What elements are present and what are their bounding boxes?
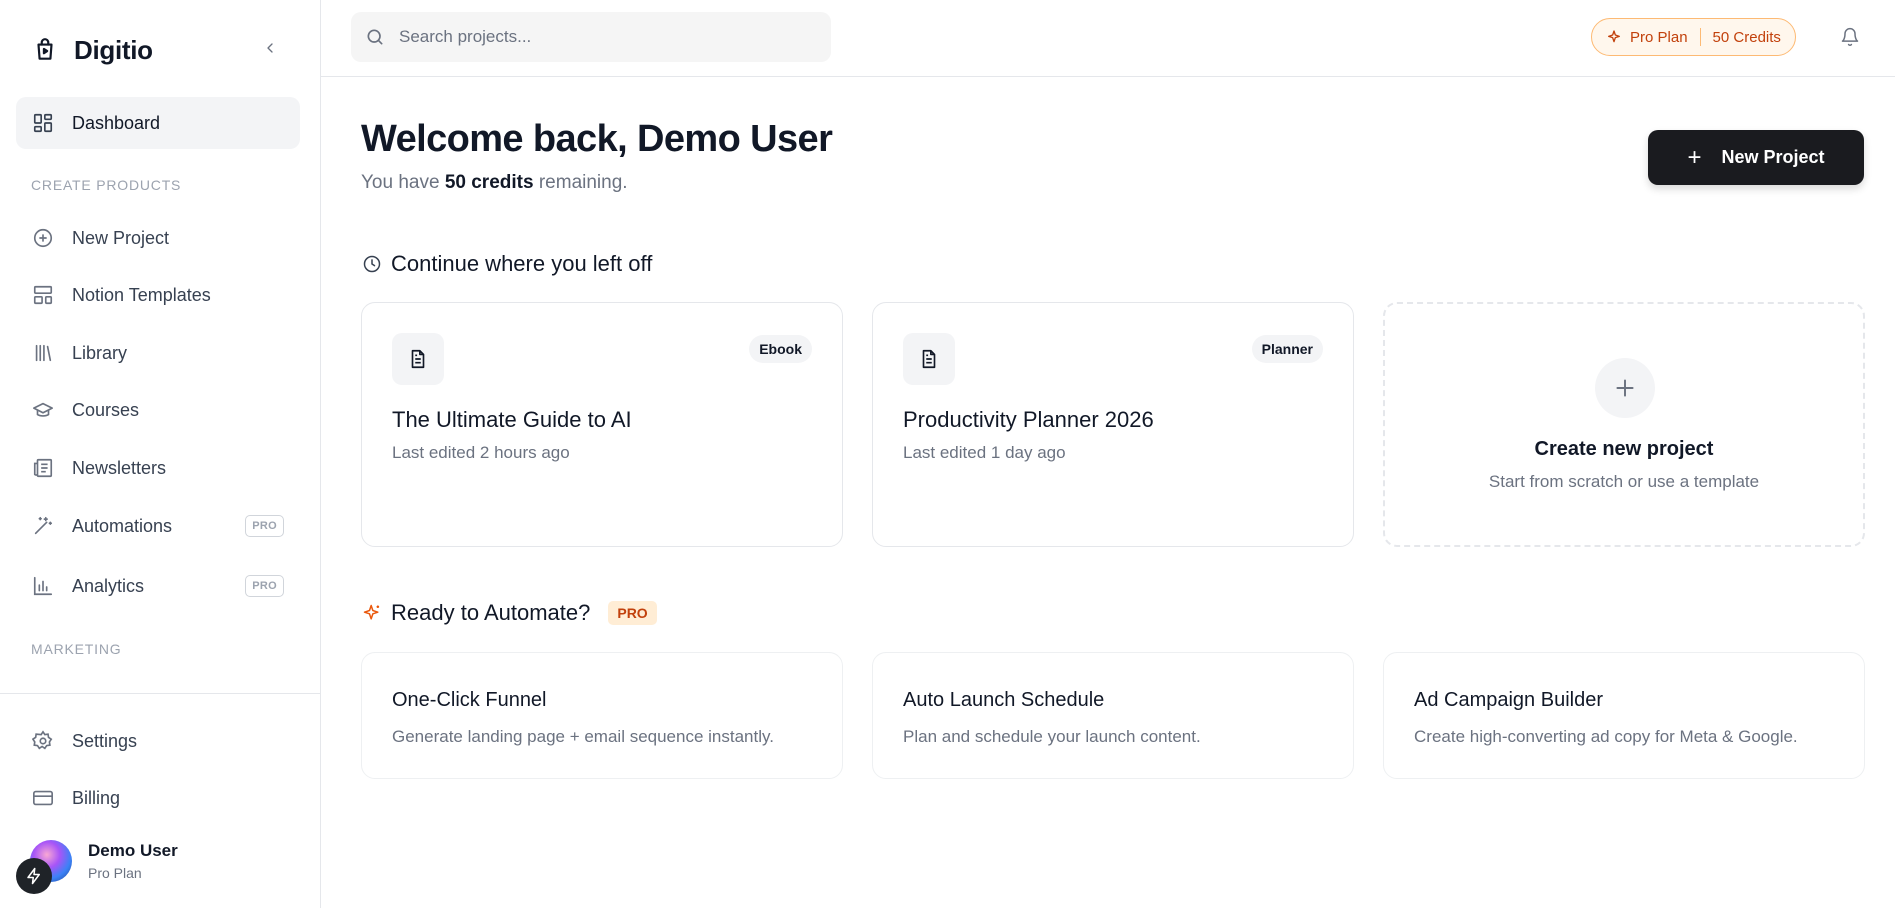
- search-box[interactable]: [351, 12, 831, 62]
- automation-description: Plan and schedule your launch content.: [903, 727, 1201, 746]
- credits-summary-count: 50 credits: [444, 172, 534, 193]
- magic-wand-icon: [30, 513, 56, 539]
- project-card-productivity-planner[interactable]: Planner Productivity Planner 2026 Last e…: [872, 302, 1354, 547]
- pro-badge: PRO: [608, 601, 657, 625]
- document-icon: [903, 333, 955, 385]
- new-project-label: New Project: [1721, 147, 1825, 167]
- automation-title: Ad Campaign Builder: [1414, 689, 1603, 711]
- sidebar-item-library[interactable]: Library: [16, 327, 300, 379]
- project-card-ultimate-guide[interactable]: Ebook The Ultimate Guide to AI Last edit…: [361, 302, 843, 547]
- layout-template-icon: [30, 282, 56, 308]
- sidebar-item-new-project[interactable]: New Project: [16, 212, 300, 264]
- plus-icon: +: [1687, 143, 1702, 171]
- sidebar-item-label: New Project: [72, 227, 170, 248]
- page-title: Welcome back, Demo User: [361, 118, 833, 160]
- user-plan: Pro Plan: [88, 865, 142, 881]
- sidebar-item-settings[interactable]: Settings: [16, 715, 300, 767]
- automation-card-one-click-funnel[interactable]: One-Click Funnel Generate landing page +…: [361, 652, 843, 779]
- sidebar-item-label: Courses: [72, 399, 140, 420]
- brand-logo-icon: [30, 35, 60, 65]
- credits-summary-prefix: You have: [361, 172, 445, 193]
- brand[interactable]: Digitio: [30, 30, 153, 70]
- notifications-button[interactable]: [1837, 24, 1863, 50]
- graduation-cap-icon: [30, 397, 56, 423]
- pro-badge: PRO: [245, 515, 284, 537]
- automation-card-ad-campaign-builder[interactable]: Ad Campaign Builder Create high-converti…: [1383, 652, 1865, 779]
- create-card-title: Create new project: [1534, 438, 1714, 460]
- collapse-sidebar-button[interactable]: [256, 34, 284, 62]
- credit-card-icon: [30, 785, 56, 811]
- sidebar-item-label: Notion Templates: [72, 284, 211, 305]
- sidebar-item-label: Billing: [72, 787, 121, 808]
- dashboard-icon: [30, 110, 56, 136]
- automation-description: Generate landing page + email sequence i…: [392, 727, 774, 746]
- plus-circle-icon: [30, 225, 56, 251]
- search-input[interactable]: [399, 27, 799, 47]
- gear-icon: [30, 728, 56, 754]
- quick-action-button[interactable]: [16, 858, 52, 894]
- automate-title-text: Ready to Automate?: [391, 600, 591, 625]
- continue-title-text: Continue where you left off: [391, 251, 653, 276]
- sidebar: Digitio Dashboard CREATE PRODUCTS New Pr…: [0, 0, 321, 908]
- sidebar-item-label: Automations: [72, 515, 173, 536]
- plan-credits-pill[interactable]: Pro Plan 50 Credits: [1591, 18, 1796, 56]
- project-type-tag: Ebook: [749, 335, 812, 363]
- project-type-tag: Planner: [1251, 335, 1323, 363]
- sidebar-item-courses[interactable]: Courses: [16, 384, 300, 436]
- search-icon: [367, 29, 383, 45]
- clock-icon: [361, 253, 383, 275]
- automation-title: Auto Launch Schedule: [903, 689, 1105, 711]
- sidebar-item-label: Analytics: [72, 575, 145, 596]
- sidebar-item-notion-templates[interactable]: Notion Templates: [16, 269, 300, 321]
- chevron-left-icon: [267, 43, 273, 53]
- credits-label: 50 Credits: [1712, 28, 1781, 46]
- plus-icon: [1595, 358, 1655, 418]
- user-profile[interactable]: Demo User Pro Plan: [30, 840, 178, 882]
- sparkle-icon: [1608, 30, 1620, 43]
- sidebar-item-label: Dashboard: [72, 112, 161, 133]
- project-title: The Ultimate Guide to AI: [392, 407, 632, 432]
- sidebar-divider: [0, 693, 320, 694]
- library-icon: [30, 340, 56, 366]
- section-label-create-products: CREATE PRODUCTS: [31, 177, 182, 193]
- automation-description: Create high-converting ad copy for Meta …: [1414, 727, 1798, 746]
- credits-summary-suffix: remaining.: [533, 172, 628, 193]
- project-last-edited: Last edited 1 day ago: [903, 443, 1066, 462]
- bar-chart-icon: [30, 573, 56, 599]
- continue-section-title: Continue where you left off: [361, 251, 652, 277]
- credits-summary: You have 50 credits remaining.: [361, 172, 628, 194]
- create-card-subtitle: Start from scratch or use a template: [1488, 472, 1760, 491]
- main-content: Pro Plan 50 Credits Welcome back, Demo U…: [321, 0, 1895, 908]
- sidebar-item-analytics[interactable]: Analytics PRO: [16, 560, 300, 612]
- bell-icon: [1841, 27, 1859, 47]
- document-icon: [392, 333, 444, 385]
- sidebar-item-label: Newsletters: [72, 457, 167, 478]
- new-project-button[interactable]: + New Project: [1648, 130, 1864, 185]
- automate-section-title: Ready to Automate? PRO: [361, 600, 657, 626]
- automation-title: One-Click Funnel: [392, 689, 547, 711]
- sidebar-item-billing[interactable]: Billing: [16, 772, 300, 824]
- create-new-project-card[interactable]: Create new project Start from scratch or…: [1383, 302, 1865, 547]
- pill-divider: [1699, 28, 1701, 46]
- automation-card-auto-launch-schedule[interactable]: Auto Launch Schedule Plan and schedule y…: [872, 652, 1354, 779]
- sidebar-item-dashboard[interactable]: Dashboard: [16, 97, 300, 149]
- sidebar-item-newsletters[interactable]: Newsletters: [16, 442, 300, 494]
- newspaper-icon: [30, 455, 56, 481]
- project-last-edited: Last edited 2 hours ago: [392, 443, 570, 462]
- brand-name: Digitio: [74, 34, 153, 65]
- sidebar-item-automations[interactable]: Automations PRO: [16, 500, 300, 552]
- section-label-marketing: MARKETING: [31, 641, 122, 657]
- plan-label: Pro Plan: [1630, 28, 1688, 46]
- topbar: Pro Plan 50 Credits: [321, 0, 1895, 77]
- project-title: Productivity Planner 2026: [903, 407, 1154, 432]
- sidebar-item-label: Library: [72, 342, 128, 363]
- sparkle-icon: [361, 602, 383, 624]
- lightning-icon: [27, 867, 40, 885]
- pro-badge: PRO: [245, 575, 284, 597]
- user-name: Demo User: [88, 841, 178, 860]
- sidebar-item-label: Settings: [72, 730, 138, 751]
